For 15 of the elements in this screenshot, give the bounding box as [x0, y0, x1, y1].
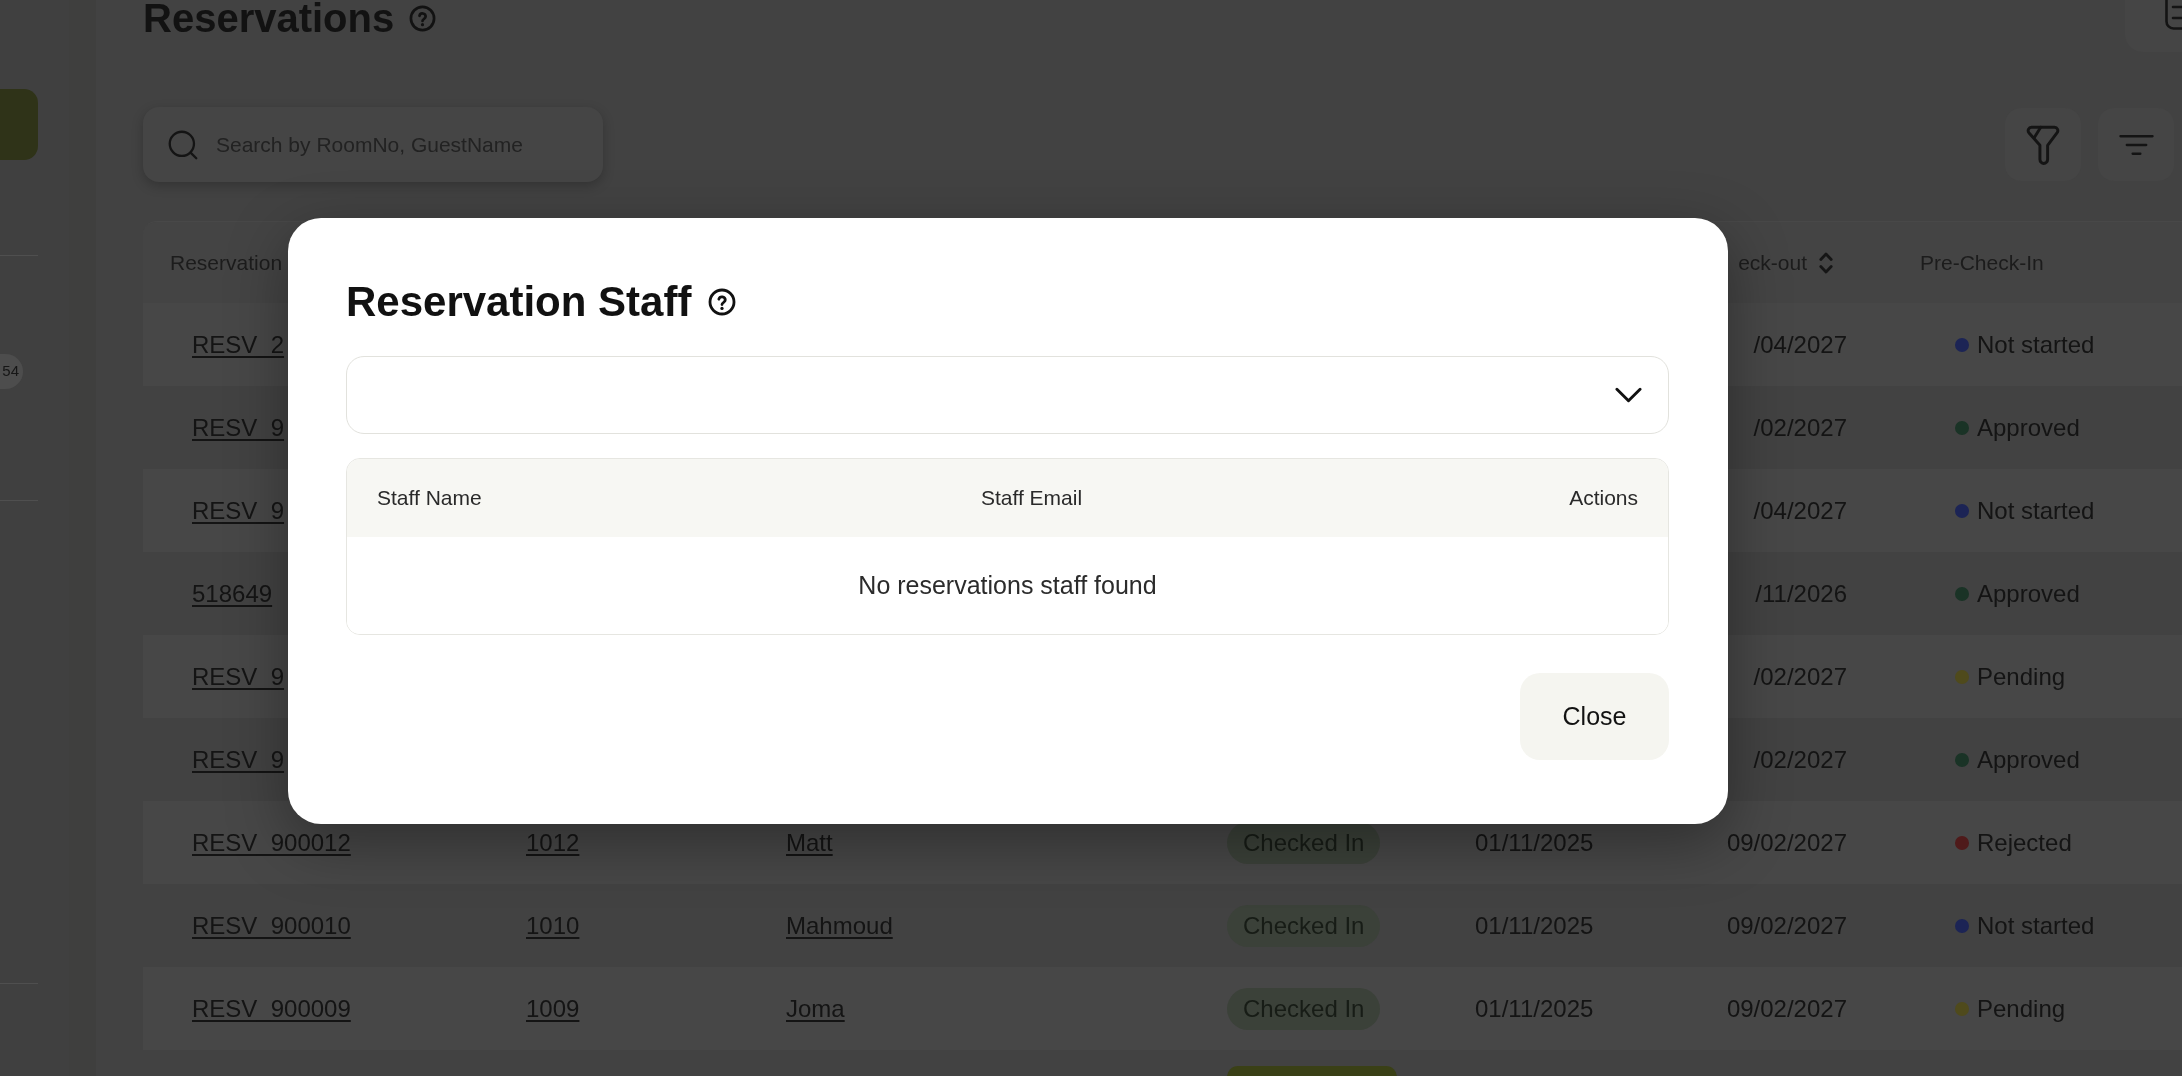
- staff-select[interactable]: [346, 356, 1669, 434]
- sidebar-item[interactable]: [0, 89, 38, 160]
- filter-icon: [2026, 124, 2060, 165]
- column-header: Staff Name: [377, 485, 482, 512]
- search-icon: [168, 130, 198, 160]
- column-header: Actions: [1569, 485, 1638, 512]
- dialog-title: Reservation Staff: [346, 277, 692, 327]
- empty-message: No reservations staff found: [858, 569, 1157, 601]
- lines-icon: [2118, 133, 2154, 156]
- column-header: Staff Email: [980, 485, 1083, 512]
- close-button[interactable]: Close: [1520, 673, 1669, 760]
- help-icon: [409, 4, 437, 32]
- list-icon: [2165, 0, 2182, 30]
- chevron-down-icon: [1615, 387, 1642, 403]
- help-icon: [708, 288, 737, 316]
